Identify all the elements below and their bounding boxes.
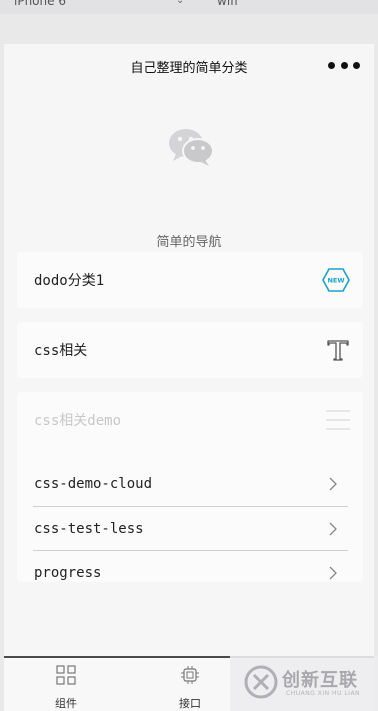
page-title: 自己整理的简单分类 [130,61,248,76]
list-item-label: css-test-less [34,520,144,537]
dot-icon [328,61,335,69]
network-selector[interactable]: wifi [217,0,238,8]
category-row-css[interactable]: css相关 [17,322,363,378]
chevron-down-icon[interactable]: ⌄ [176,0,184,6]
wechat-icon [169,129,214,166]
dot-icon [353,61,360,69]
text-t-icon [327,340,349,361]
category-label: dodo分类1 [34,273,105,289]
list-item[interactable]: css-demo-cloud [33,462,348,506]
page-header: 简单的导航 [4,87,374,262]
new-badge-icon: NEW [322,268,350,292]
category-card-cssdemo: css相关demo css-demo-cloud css-test-less p… [17,392,363,582]
chip-icon [181,666,199,684]
list-icon [326,410,350,430]
more-icon[interactable] [328,57,360,73]
list-item-label: css-demo-cloud [34,476,153,492]
watermark-logo-icon [244,665,278,699]
watermark-subtitle: CHUANG XIN HU LIAN [286,690,361,697]
category-card-dodo: dodo分类1 NEW [17,252,363,308]
tab-components[interactable]: 组件 [4,658,128,711]
list-item[interactable]: progress [33,550,348,594]
category-row-cssdemo[interactable]: css相关demo [17,392,363,448]
navigation-bar: 自己整理的简单分类 [4,44,374,87]
header-subtitle: 简单的导航 [156,235,222,250]
chevron-right-icon [329,477,337,491]
watermark-name: 创新互联 [282,670,358,691]
category-label: css相关 [34,343,88,359]
simulator-bar: iPhone 6 ⌄ wifi [0,0,378,14]
phone-screen: 自己整理的简单分类 简单的导航 dodo分类1 NEW css相关 css相关d… [4,44,374,711]
list-item[interactable]: css-test-less [33,506,348,550]
device-selector[interactable]: iPhone 6 [14,0,66,8]
tab-label: 组件 [55,697,77,710]
category-label: css相关demo [34,413,122,429]
chevron-right-icon [329,522,337,535]
chevron-right-icon [329,566,337,579]
category-row-dodo[interactable]: dodo分类1 NEW [17,252,363,308]
list-item-label: progress [34,564,102,581]
watermark: 创新互联 CHUANG XIN HU LIAN [230,656,378,711]
sub-list: css-demo-cloud css-test-less progress [17,462,363,594]
new-badge-text: NEW [327,277,344,285]
dot-icon [340,61,348,69]
grid-icon [56,665,76,685]
category-card-css: css相关 [17,322,363,378]
